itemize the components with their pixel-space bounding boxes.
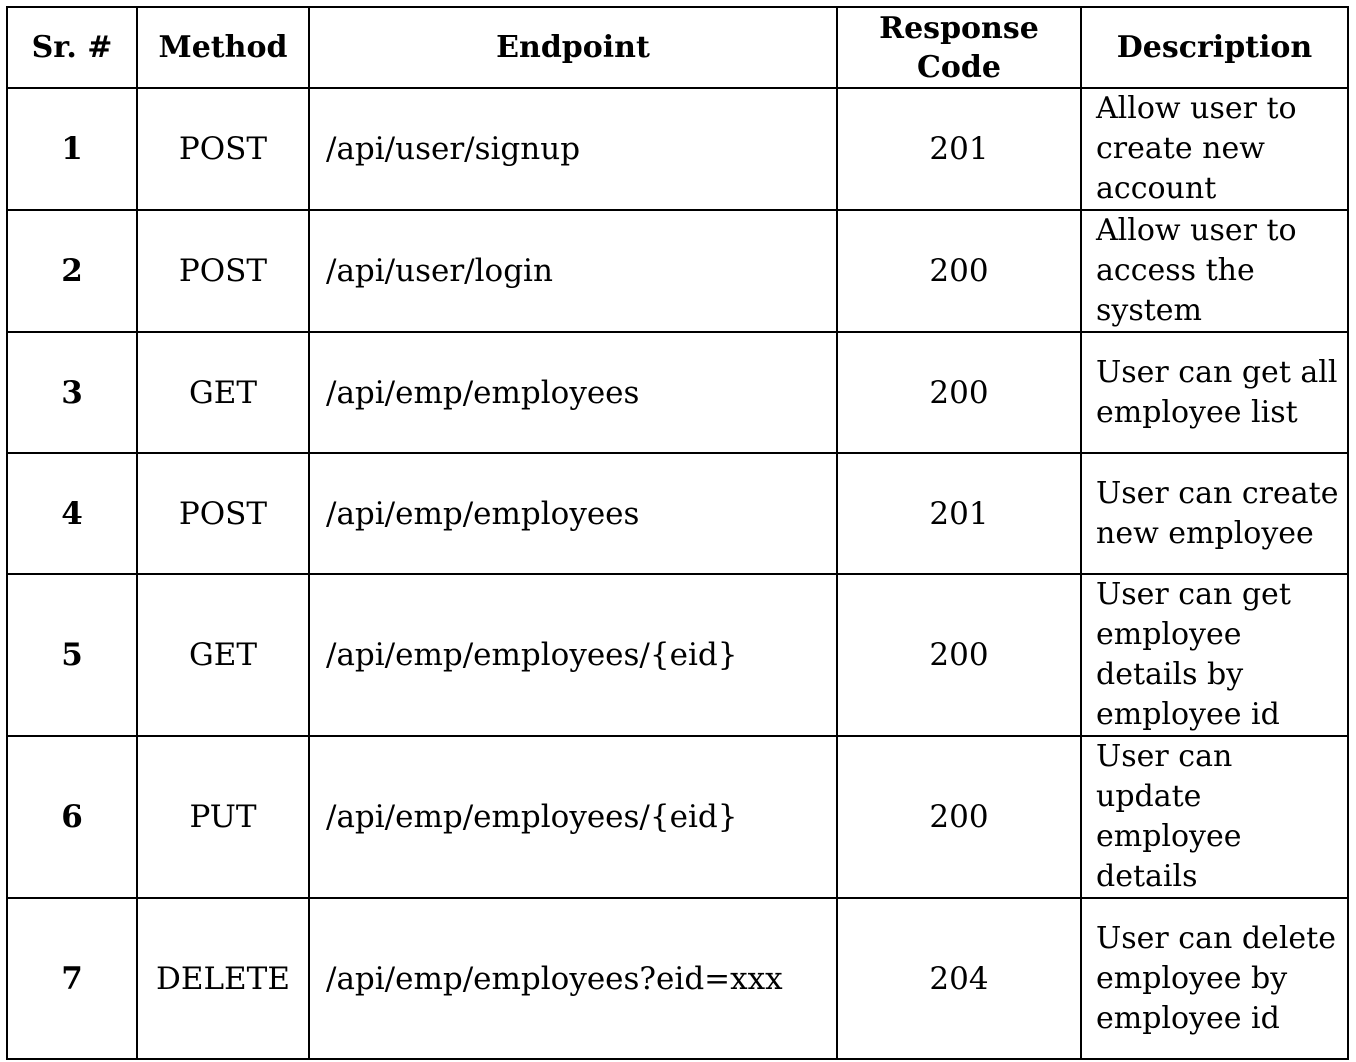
row-response-code: 200 [836, 331, 1082, 454]
header-row: Sr. # Method Endpoint Response Code Desc… [6, 6, 1349, 89]
row-sr: 3 [6, 331, 138, 454]
header-response-code: Response Code [836, 6, 1082, 89]
api-endpoints-table: Sr. # Method Endpoint Response Code Desc… [6, 6, 1349, 1060]
row-response-code: 201 [836, 87, 1082, 211]
row-method: GET [136, 573, 310, 737]
row-response-code: 200 [836, 209, 1082, 333]
header-description: Description [1080, 6, 1349, 89]
table-row: 1 POST /api/user/signup 201 Allow user t… [6, 87, 1349, 211]
row-description: Allow user to access the system [1080, 209, 1349, 333]
row-sr: 5 [6, 573, 138, 737]
row-sr: 2 [6, 209, 138, 333]
row-sr: 7 [6, 897, 138, 1060]
row-response-code: 200 [836, 573, 1082, 737]
row-endpoint: /api/user/login [308, 209, 838, 333]
header-method: Method [136, 6, 310, 89]
row-description: Allow user to create new account [1080, 87, 1349, 211]
table-row: 7 DELETE /api/emp/employees?eid=xxx 204 … [6, 897, 1349, 1060]
table-row: 5 GET /api/emp/employees/{eid} 200 User … [6, 573, 1349, 737]
table-row: 4 POST /api/emp/employees 201 User can c… [6, 452, 1349, 575]
row-endpoint: /api/emp/employees [308, 331, 838, 454]
row-response-code: 204 [836, 897, 1082, 1060]
row-method: POST [136, 87, 310, 211]
row-description: User can get all employee list [1080, 331, 1349, 454]
row-description: User can delete employee by employee id [1080, 897, 1349, 1060]
row-endpoint: /api/emp/employees/{eid} [308, 573, 838, 737]
header-endpoint: Endpoint [308, 6, 838, 89]
row-sr: 4 [6, 452, 138, 575]
table-row: 3 GET /api/emp/employees 200 User can ge… [6, 331, 1349, 454]
row-method: GET [136, 331, 310, 454]
row-endpoint: /api/emp/employees/{eid} [308, 735, 838, 899]
row-description: User can get employee details by employe… [1080, 573, 1349, 737]
row-endpoint: /api/emp/employees [308, 452, 838, 575]
row-method: DELETE [136, 897, 310, 1060]
header-sr: Sr. # [6, 6, 138, 89]
row-sr: 1 [6, 87, 138, 211]
row-endpoint: /api/emp/employees?eid=xxx [308, 897, 838, 1060]
row-method: PUT [136, 735, 310, 899]
table-row: 2 POST /api/user/login 200 Allow user to… [6, 209, 1349, 333]
row-response-code: 201 [836, 452, 1082, 575]
row-description: User can create new employee [1080, 452, 1349, 575]
table-row: 6 PUT /api/emp/employees/{eid} 200 User … [6, 735, 1349, 899]
row-description: User can update employee details [1080, 735, 1349, 899]
row-response-code: 200 [836, 735, 1082, 899]
row-method: POST [136, 209, 310, 333]
row-endpoint: /api/user/signup [308, 87, 838, 211]
row-sr: 6 [6, 735, 138, 899]
row-method: POST [136, 452, 310, 575]
